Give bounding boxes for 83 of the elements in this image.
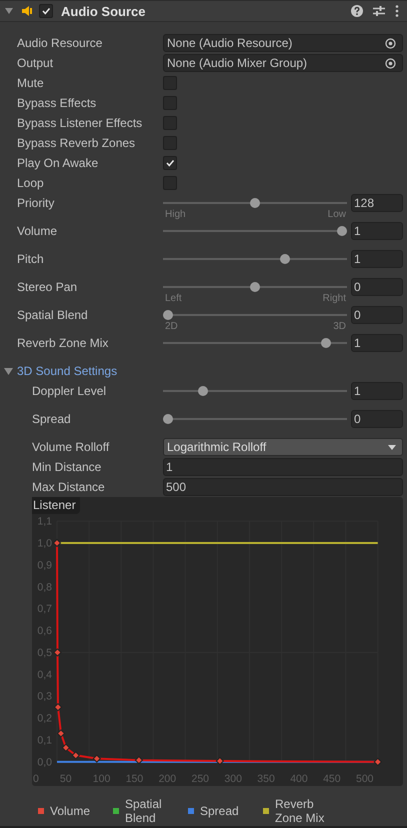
checkmark-icon [41,6,51,16]
slider-min-label: 2D [165,321,178,332]
object-field[interactable]: None (Audio Mixer Group) [163,54,403,72]
slider-max-label: Right [322,293,346,304]
property-label: Audio Resource [17,36,104,50]
property-label: Mute [17,76,45,90]
property-label: Stereo Pan [17,280,78,294]
number-field[interactable]: 1 [351,334,403,352]
caret-icon [388,444,396,450]
curve-key[interactable] [53,648,62,657]
component-title: Audio Source [61,4,146,18]
legend-label: Volume [50,804,90,818]
object-field-value: None (Audio Resource) [166,36,294,50]
checkbox[interactable] [163,156,177,170]
settings-sliders-icon[interactable] [373,5,385,17]
slider-max-label: Low [328,209,346,220]
legend-label: Spatial Blend [125,797,163,825]
curve-key[interactable] [56,729,66,738]
target-picker-icon[interactable] [385,58,396,68]
property-label: Volume Rolloff [32,440,110,454]
property-label: Output [17,56,54,70]
curve-key[interactable] [374,758,382,766]
curve-key[interactable] [134,756,144,764]
enable-checkbox[interactable] [39,4,53,18]
property-label: Max Distance [32,480,106,494]
number-field[interactable]: 1 [351,222,403,240]
number-field[interactable]: 0 [351,306,403,324]
graph-tag: Listener [32,497,80,514]
slider-min-label: High [165,209,186,220]
speaker-icon [21,5,33,17]
checkbox[interactable] [163,136,177,150]
slider-thumb[interactable] [250,198,260,208]
property-label: Bypass Listener Effects [17,116,144,130]
legend-label: Spread [200,804,239,818]
curve-key[interactable] [54,702,62,712]
property-label: Volume [17,224,58,238]
property-label: Spatial Blend [17,308,89,322]
curve-key[interactable] [92,754,102,763]
slider-thumb[interactable] [163,414,173,424]
slider-min-label: Left [165,293,182,304]
checkbox[interactable] [163,116,177,130]
object-field[interactable]: None (Audio Resource) [163,34,403,52]
help-icon[interactable] [351,5,363,17]
number-field[interactable]: 0 [351,278,403,296]
curve-key[interactable] [72,751,80,760]
property-label: Bypass Reverb Zones [17,136,136,150]
slider-thumb[interactable] [337,226,347,236]
number-field[interactable]: 128 [351,194,403,212]
slider-thumb[interactable] [321,338,332,348]
property-label: Bypass Effects [17,96,98,110]
property-label: Reverb Zone Mix [17,336,110,350]
property-label: Play On Awake [17,156,100,170]
slider-max-label: 3D [333,321,346,332]
slider-thumb[interactable] [250,282,260,292]
number-field[interactable]: 1 [163,458,403,476]
slider-thumb[interactable] [280,254,290,264]
checkbox[interactable] [163,96,177,110]
number-field[interactable]: 1 [351,382,403,400]
more-options-icon[interactable] [395,5,399,17]
collapse-triangle-icon[interactable] [4,366,13,376]
slider-thumb[interactable] [198,386,208,396]
property-label: Doppler Level [32,384,108,398]
number-field[interactable]: 500 [163,478,403,496]
number-field[interactable]: 1 [351,250,403,268]
dropdown[interactable]: Logarithmic Rolloff [163,438,403,456]
object-field-value: None (Audio Mixer Group) [166,56,308,70]
legend-label: Reverb Zone Mix [275,797,326,825]
checkbox[interactable] [163,76,177,90]
curve-key[interactable] [216,756,224,766]
target-picker-icon[interactable] [385,38,396,48]
property-label: Min Distance [32,460,102,474]
number-field[interactable]: 0 [351,410,403,428]
checkbox[interactable] [163,176,177,190]
property-label: Priority [17,196,56,210]
section-title[interactable]: 3D Sound Settings [17,364,118,378]
curve-key[interactable] [62,743,70,752]
property-label: Loop [17,176,45,190]
checkmark-icon [165,158,175,168]
property-label: Pitch [17,252,45,266]
collapse-triangle-icon[interactable] [4,6,14,16]
property-label: Spread [32,412,72,426]
curve-key[interactable] [52,538,62,548]
slider-thumb[interactable] [163,310,173,320]
